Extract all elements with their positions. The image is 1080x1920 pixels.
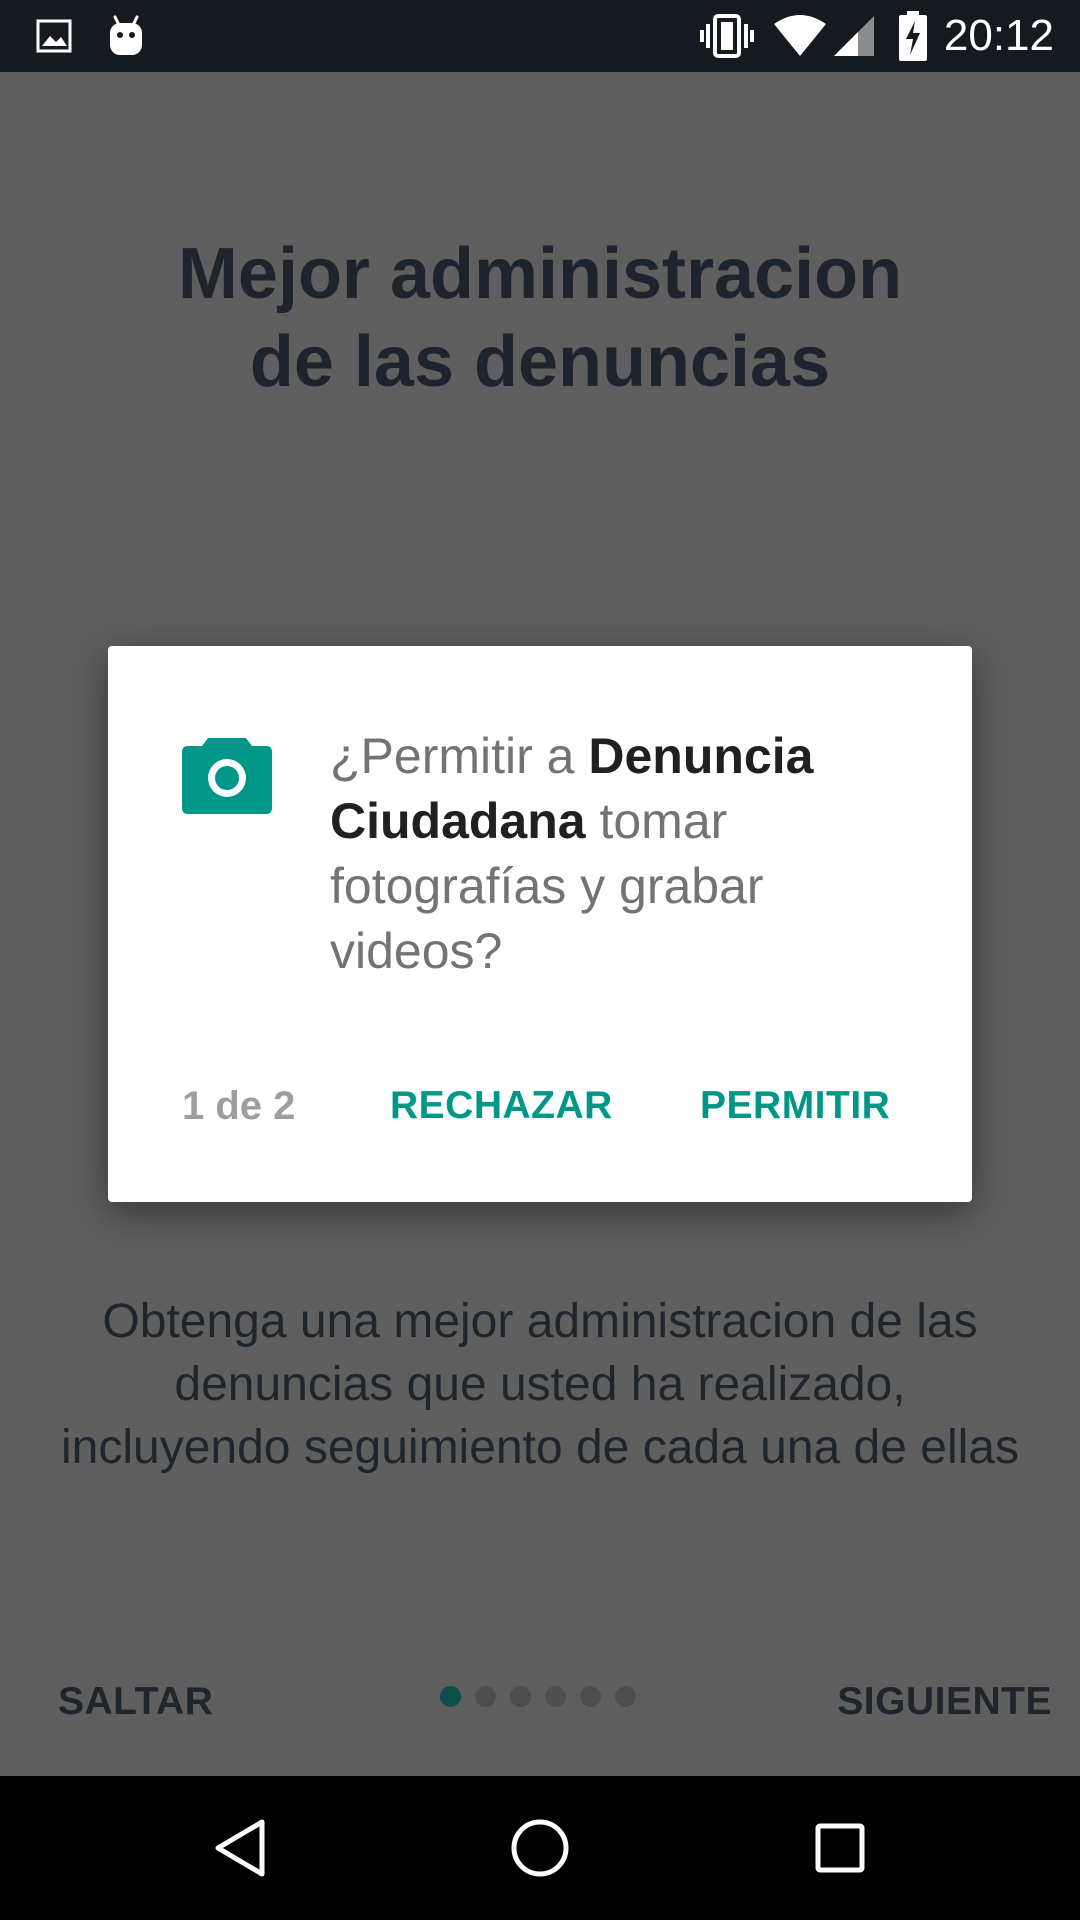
skip-button[interactable]: SALTAR: [58, 1680, 213, 1724]
permission-prefix: ¿Permitir a: [330, 728, 589, 784]
android-icon: [106, 0, 146, 72]
page-dot: [580, 1686, 601, 1707]
clock: 20:12: [943, 11, 1054, 60]
permission-dialog: ¿Permitir a Denuncia Ciudadana tomar fot…: [108, 646, 972, 1202]
navigation-bar: [0, 1776, 1080, 1920]
image-icon: [36, 0, 72, 72]
permission-counter: 1 de 2: [182, 1084, 296, 1128]
page-title: Mejor administracion de las denuncias: [90, 230, 990, 406]
deny-button[interactable]: RECHAZAR: [390, 1084, 613, 1128]
camera-icon: [182, 734, 272, 819]
status-bar: 20:12: [0, 0, 1080, 72]
next-button[interactable]: SIGUIENTE: [837, 1680, 1052, 1724]
page-description: Obtenga una mejor administracion de las …: [60, 1295, 1019, 1474]
page-dot-active: [440, 1686, 461, 1707]
signal-icon: [832, 0, 876, 72]
page-dot: [475, 1686, 496, 1707]
battery-charging-icon: [898, 0, 928, 72]
wifi-icon: [772, 0, 828, 72]
allow-button[interactable]: PERMITIR: [700, 1084, 890, 1128]
title-line-2: de las denuncias: [249, 322, 831, 402]
back-icon[interactable]: [180, 1776, 300, 1920]
page-dot: [615, 1686, 636, 1707]
permission-message: ¿Permitir a Denuncia Ciudadana tomar fot…: [330, 724, 890, 984]
page-indicator: [440, 1686, 636, 1707]
page-dot: [545, 1686, 566, 1707]
page-dot: [510, 1686, 531, 1707]
home-icon[interactable]: [480, 1776, 600, 1920]
vibrate-icon: [698, 0, 756, 72]
title-line-1: Mejor administracion: [177, 234, 903, 314]
recents-icon[interactable]: [780, 1776, 900, 1920]
